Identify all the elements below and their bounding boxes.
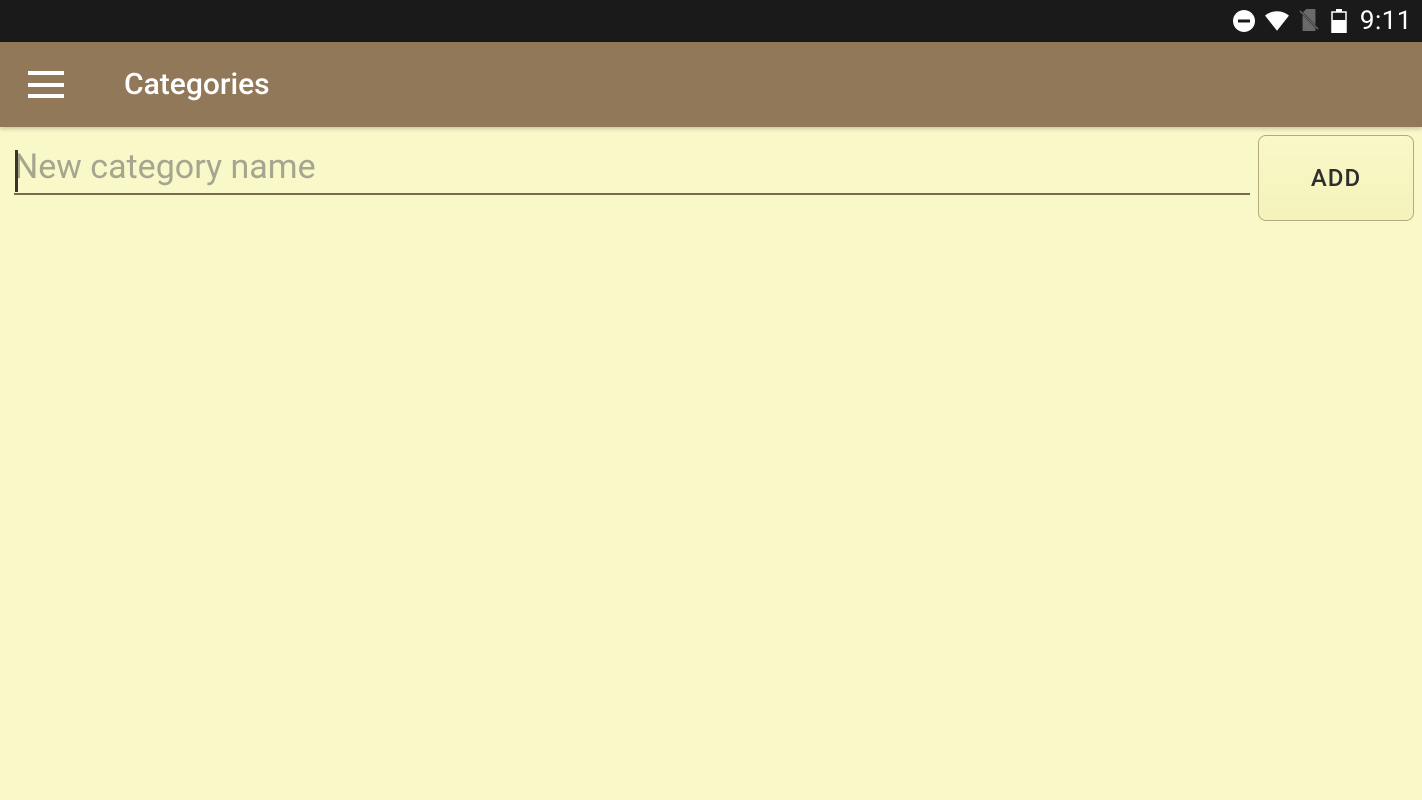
page-title: Categories xyxy=(124,67,270,102)
hamburger-menu-icon[interactable] xyxy=(28,71,64,98)
do-not-disturb-icon xyxy=(1232,9,1256,33)
no-sim-icon xyxy=(1298,9,1320,33)
input-row: ADD xyxy=(0,127,1422,221)
battery-icon xyxy=(1330,9,1348,33)
status-time: 9:11 xyxy=(1360,6,1412,36)
app-bar: Categories xyxy=(0,42,1422,127)
add-button[interactable]: ADD xyxy=(1258,135,1414,221)
text-cursor xyxy=(15,150,18,192)
wifi-icon xyxy=(1264,8,1290,34)
status-bar: 9:11 xyxy=(0,0,1422,42)
category-name-input[interactable] xyxy=(14,135,1250,195)
